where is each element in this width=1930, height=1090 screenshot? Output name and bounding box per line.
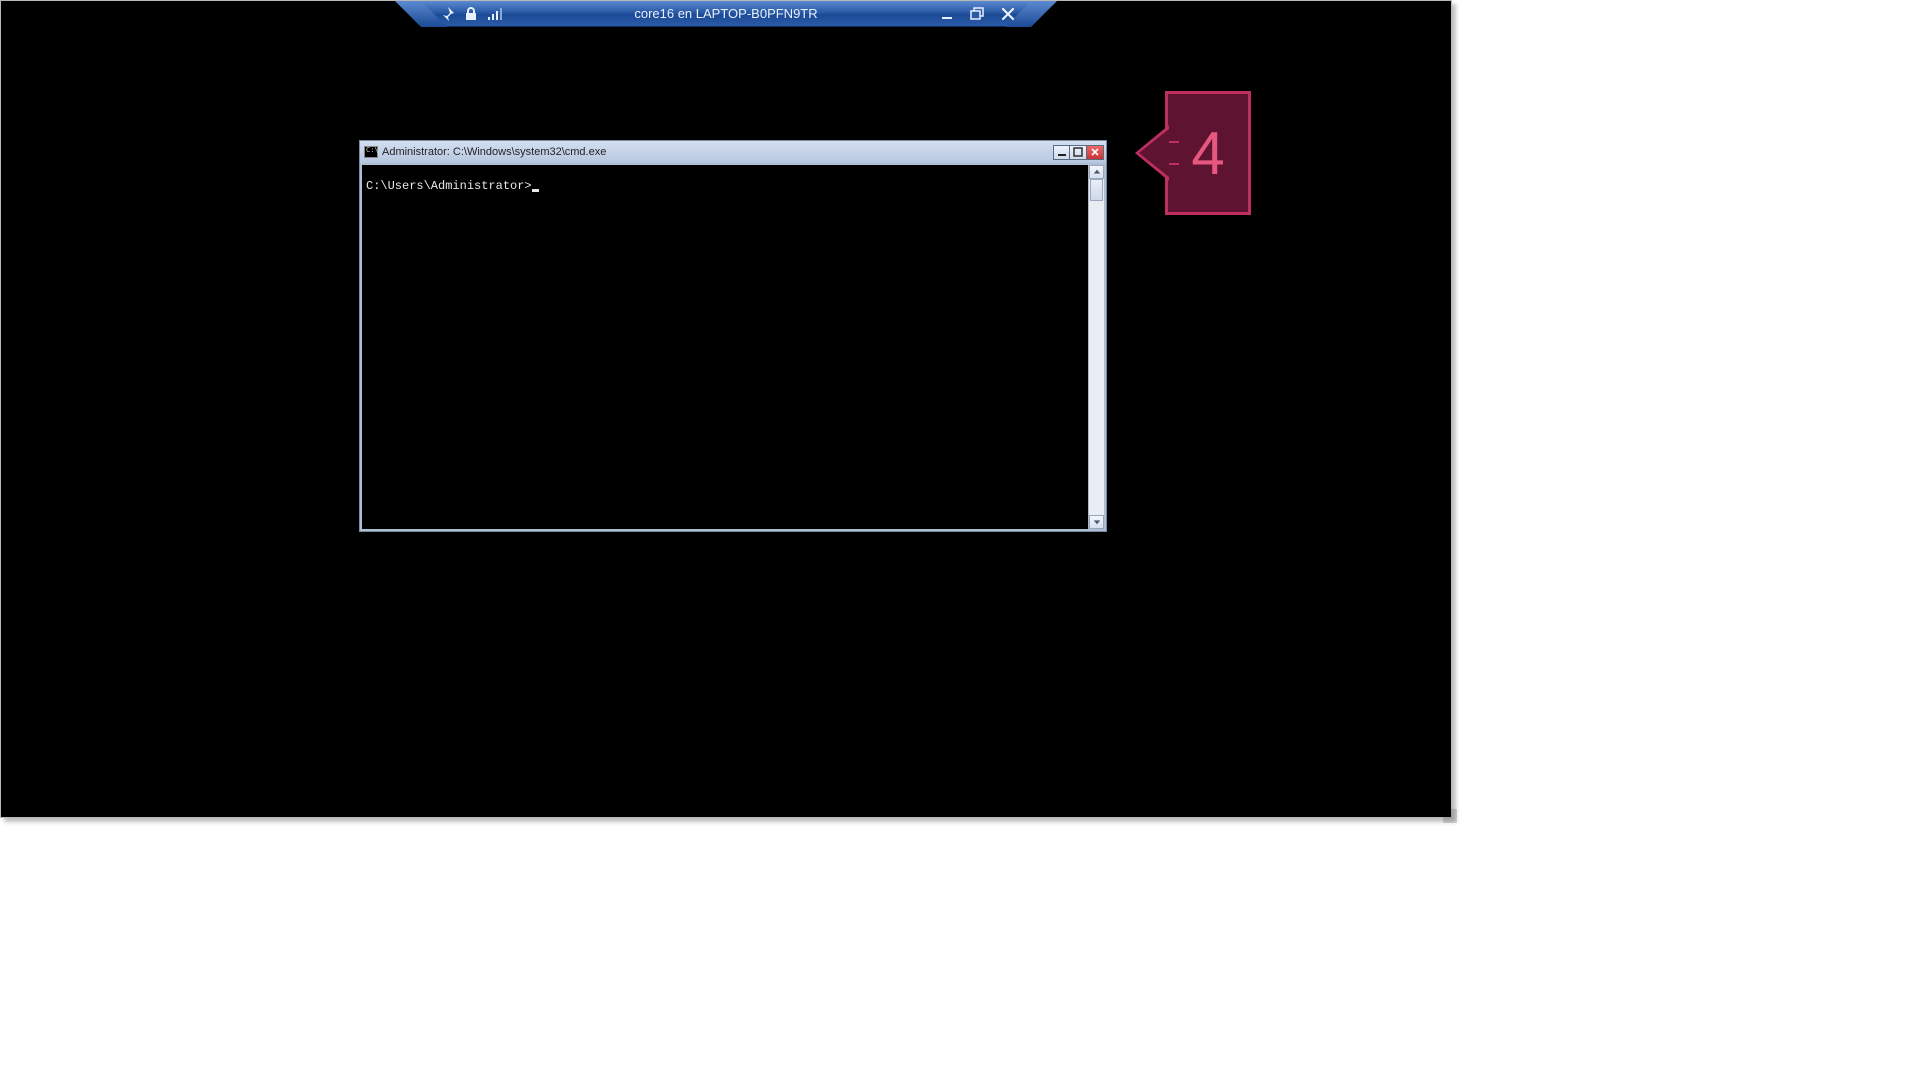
annotation-callout: 4 (1135, 91, 1251, 215)
cmd-window-title: Administrator: C:\Windows\system32\cmd.e… (382, 146, 1053, 158)
scroll-thumb[interactable] (1090, 179, 1103, 201)
signal-icon (487, 6, 503, 22)
cmd-app-icon (364, 146, 378, 158)
conn-bar-left-icons (421, 6, 503, 22)
conn-restore-button[interactable] (969, 6, 987, 22)
cmd-close-button[interactable] (1087, 145, 1104, 160)
rdp-connection-bar: core16 en LAPTOP-B0PFN9TR (421, 1, 1031, 27)
cmd-cursor (532, 189, 539, 192)
remote-desktop-view: core16 en LAPTOP-B0PFN9TR Administrator:… (0, 0, 1452, 818)
cmd-body: C:\Users\Administrator> (360, 163, 1106, 531)
scroll-track[interactable] (1089, 179, 1104, 515)
cmd-titlebar[interactable]: Administrator: C:\Windows\system32\cmd.e… (360, 141, 1106, 163)
scroll-up-button[interactable] (1089, 165, 1104, 179)
scroll-down-button[interactable] (1089, 515, 1104, 529)
conn-minimize-button[interactable] (939, 6, 957, 22)
cmd-window[interactable]: Administrator: C:\Windows\system32\cmd.e… (359, 140, 1107, 532)
cmd-maximize-button[interactable] (1070, 145, 1087, 160)
cmd-minimize-button[interactable] (1053, 145, 1070, 160)
conn-bar-window-controls (939, 6, 1017, 22)
callout-arrow-icon (1135, 125, 1169, 181)
cmd-terminal[interactable]: C:\Users\Administrator> (362, 165, 1088, 529)
pin-icon[interactable] (439, 6, 455, 22)
cmd-prompt: C:\Users\Administrator> (366, 179, 532, 193)
conn-close-button[interactable] (999, 6, 1017, 22)
cmd-scrollbar[interactable] (1088, 165, 1104, 529)
lock-icon (463, 6, 479, 22)
cmd-window-controls (1053, 145, 1104, 160)
